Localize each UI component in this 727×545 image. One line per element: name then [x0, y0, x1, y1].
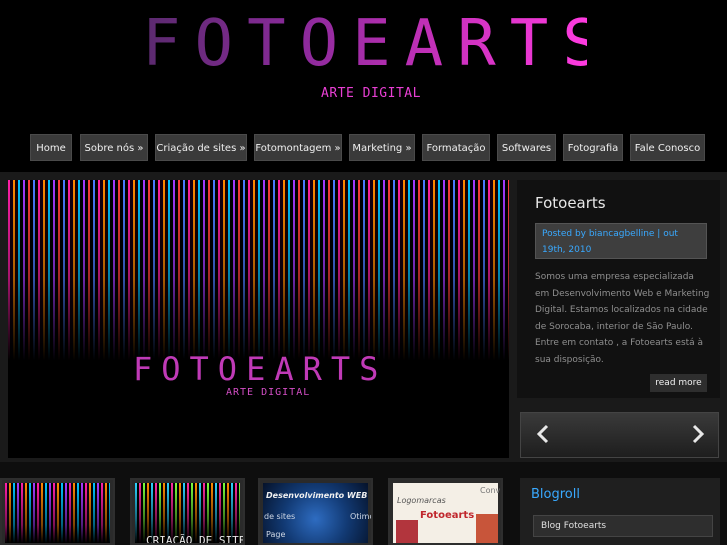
slide-tagline: ARTE DIGITAL: [226, 387, 311, 398]
blogroll-title: Blogroll: [531, 487, 580, 502]
nav-formatacao[interactable]: Formatação: [422, 134, 490, 161]
thumb-card-graphic: [476, 514, 498, 543]
thumb-fotoearts[interactable]: [0, 478, 115, 545]
thumb-caption: Fotoearts: [420, 510, 475, 521]
thumb-caption: de sites: [264, 512, 296, 521]
color-streaks-graphic: [8, 180, 509, 360]
thumb-caption: Conv: [480, 486, 501, 495]
thumb-logomarcas[interactable]: Logomarcas Conv Fotoearts: [388, 478, 503, 545]
site-logo[interactable]: FOTOEARTS: [142, 8, 601, 80]
thumb-caption: Desenvolvimento WEB: [266, 491, 368, 500]
chevron-right-icon[interactable]: [686, 423, 708, 445]
site-header: FOTOEARTS ARTE DIGITAL Home Sobre nós » …: [0, 0, 727, 172]
nav-sobre-nos[interactable]: Sobre nós »: [80, 134, 148, 161]
nav-softwares[interactable]: Softwares: [497, 134, 556, 161]
nav-marketing[interactable]: Marketing »: [349, 134, 415, 161]
thumb-desenvolvimento-web[interactable]: Desenvolvimento WEB de sites Page Otimo: [258, 478, 373, 545]
blogroll-link[interactable]: Blog Fotoearts: [533, 515, 713, 537]
nav-home[interactable]: Home: [30, 134, 72, 161]
thumb-caption: Page: [266, 530, 286, 539]
nav-fotografia[interactable]: Fotografia: [563, 134, 623, 161]
post-title[interactable]: Fotoearts: [535, 194, 606, 212]
main-nav: Home Sobre nós » Criação de sites » Foto…: [0, 134, 727, 162]
chevron-left-icon[interactable]: [533, 423, 555, 445]
nav-criacao-de-sites[interactable]: Criação de sites »: [155, 134, 247, 161]
read-more-button[interactable]: read more: [650, 374, 707, 392]
thumb-card-graphic: [396, 520, 418, 543]
post-meta: Posted by biancagbelline | out 19th, 201…: [535, 223, 707, 259]
slide-logo-text: FOTOEARTS: [133, 350, 388, 388]
thumb-image: [5, 483, 110, 543]
thumb-criacao-de-sites[interactable]: CRIAÇÃO DE SITES: [130, 478, 245, 545]
featured-slide-image[interactable]: FOTOEARTS ARTE DIGITAL: [8, 180, 509, 458]
site-tagline: ARTE DIGITAL: [321, 86, 421, 101]
thumb-caption: CRIAÇÃO DE SITES: [146, 534, 245, 545]
slider-controls: [520, 412, 719, 458]
nav-fotomontagem[interactable]: Fotomontagem »: [254, 134, 342, 161]
thumb-caption: Otimo: [350, 512, 373, 521]
nav-fale-conosco[interactable]: Fale Conosco: [630, 134, 705, 161]
post-excerpt: Somos uma empresa especializada em Desen…: [535, 272, 710, 365]
thumb-caption: Logomarcas: [397, 496, 446, 505]
